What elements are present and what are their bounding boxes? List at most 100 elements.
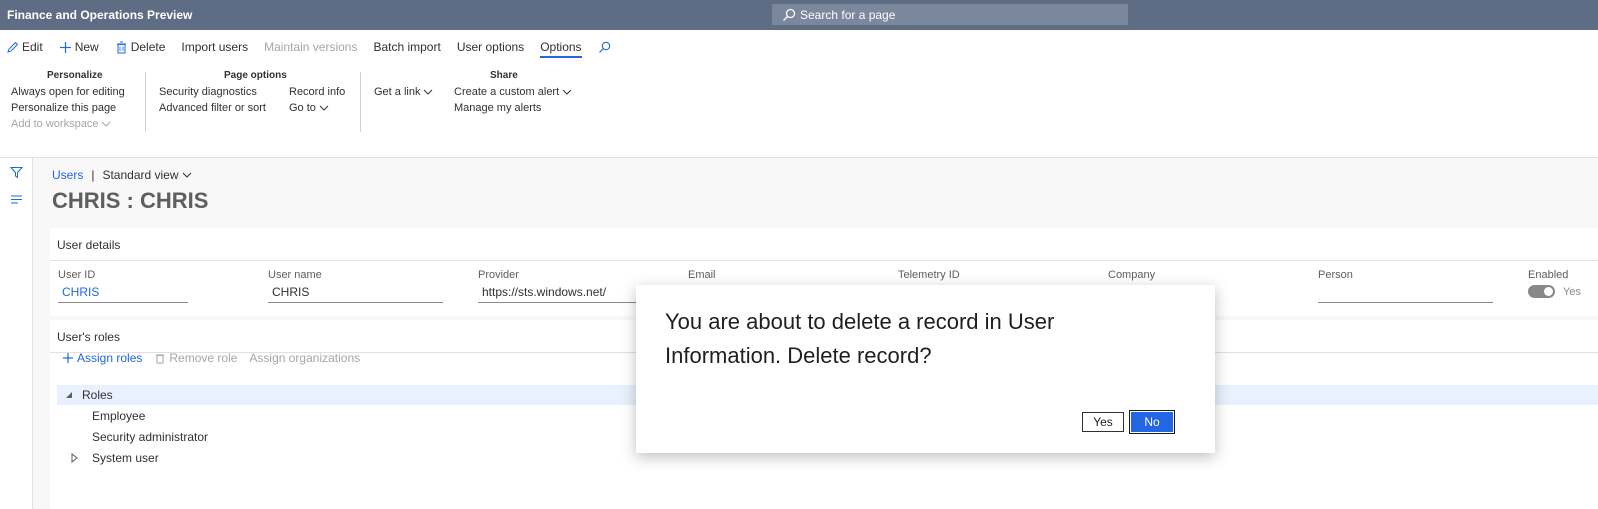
import-users-label: Import users [181, 40, 249, 54]
action-pane: Edit New Delete Import users Maintain ve… [0, 30, 1598, 158]
telemetry-id-label: Telemetry ID [898, 269, 960, 281]
batch-import-button[interactable]: Batch import [373, 40, 440, 54]
user-options-button[interactable]: User options [457, 40, 524, 54]
pencil-icon [7, 41, 19, 53]
search-icon [783, 8, 796, 21]
expand-triangle-icon[interactable] [70, 453, 80, 463]
person-label: Person [1318, 269, 1353, 281]
assign-roles-label: Assign roles [77, 351, 143, 365]
company-label: Company [1108, 269, 1156, 281]
app-title: Finance and Operations Preview [7, 8, 193, 22]
page-title: CHRIS : CHRIS [52, 188, 209, 213]
share-title: Share [490, 70, 518, 81]
user-id-label: User ID [58, 269, 96, 281]
trash-icon [116, 41, 126, 53]
manage-alerts-item[interactable]: Manage my alerts [454, 102, 541, 114]
personalize-group: Personalize [47, 70, 103, 81]
new-button[interactable]: New [59, 40, 99, 54]
security-diagnostics-item[interactable]: Security diagnostics [159, 86, 257, 98]
person-input[interactable] [1318, 285, 1493, 303]
assign-roles-button[interactable]: Assign roles [62, 351, 142, 365]
user-options-label: User options [456, 40, 525, 54]
tree-label-employee: Employee [92, 409, 146, 423]
plus-icon [63, 353, 73, 363]
personalize-page-item[interactable]: Personalize this page [11, 102, 116, 114]
user-name-field: User name CHRIS [268, 269, 443, 303]
no-button[interactable]: No [1129, 410, 1175, 434]
tree-label-system-user: System user [92, 451, 159, 465]
email-label: Email [688, 269, 716, 281]
maintain-versions-label: Maintain versions [264, 40, 358, 54]
provider-label: Provider [478, 269, 519, 281]
left-rail [0, 158, 33, 509]
share-group: Share [490, 70, 518, 81]
filter-icon[interactable] [10, 166, 23, 179]
user-id-field: User ID CHRIS [58, 269, 188, 303]
import-users-button[interactable]: Import users [181, 40, 248, 54]
delete-label: Delete [130, 40, 166, 54]
page-options-title: Page options [224, 70, 287, 81]
remove-role-label: Remove role [169, 351, 238, 365]
go-to-label: Go to [289, 102, 316, 114]
delete-button[interactable]: Delete [115, 40, 166, 54]
divider [360, 72, 361, 132]
action-bar: Edit New Delete Import users Maintain ve… [6, 38, 627, 58]
plus-icon [59, 41, 71, 53]
add-to-workspace-label: Add to workspace [11, 118, 99, 130]
action-search-button[interactable] [598, 41, 611, 54]
page-options-group: Page options [224, 70, 287, 81]
options-label: Options [540, 40, 582, 54]
go-to-item[interactable]: Go to [289, 102, 329, 114]
chevron-down-icon [424, 89, 433, 95]
trash-icon [156, 354, 165, 364]
maintain-versions-button[interactable]: Maintain versions [264, 40, 357, 54]
enabled-field: Enabled Yes [1528, 269, 1593, 298]
assign-organizations-button[interactable]: Assign organizations [249, 351, 360, 365]
custom-alert-item[interactable]: Create a custom alert [454, 86, 572, 98]
assign-organizations-label: Assign organizations [249, 351, 361, 365]
view-selector[interactable]: Standard view [102, 168, 191, 182]
view-label: Standard view [102, 168, 179, 182]
chevron-down-icon [182, 172, 191, 178]
search-icon [598, 41, 610, 53]
list-icon[interactable] [10, 193, 23, 206]
always-open-editing-item[interactable]: Always open for editing [11, 86, 125, 98]
dialog-message: You are about to delete a record in User… [665, 309, 1055, 368]
get-link-item[interactable]: Get a link [374, 86, 433, 98]
delete-confirm-dialog: You are about to delete a record in User… [636, 285, 1215, 453]
provider-input[interactable]: https://sts.windows.net/ [478, 285, 653, 303]
chevron-down-icon [102, 121, 111, 127]
record-info-item[interactable]: Record info [289, 86, 345, 98]
top-bar: Finance and Operations Preview Search fo… [0, 0, 1598, 30]
user-name-label: User name [268, 269, 322, 281]
custom-alert-label: Create a custom alert [454, 86, 560, 98]
tree-label-security-administrator: Security administrator [92, 430, 209, 444]
user-name-input[interactable]: CHRIS [268, 285, 443, 303]
user-id-input[interactable]: CHRIS [58, 285, 188, 303]
search-placeholder: Search for a page [800, 7, 896, 22]
collapse-triangle-icon[interactable] [64, 390, 74, 400]
yes-button[interactable]: Yes [1082, 412, 1124, 432]
breadcrumb-separator: | [91, 168, 95, 182]
company-field: Company [1108, 269, 1283, 285]
enabled-value: Yes [1563, 285, 1581, 298]
add-to-workspace-item[interactable]: Add to workspace [11, 118, 111, 130]
remove-role-button[interactable]: Remove role [154, 351, 237, 365]
email-field: Email [688, 269, 863, 285]
tree-label-roles: Roles [82, 388, 113, 402]
tab-options[interactable]: Options [540, 40, 582, 58]
toggle-knob [1544, 287, 1553, 296]
user-details-header[interactable]: User details [50, 228, 1598, 261]
person-field: Person [1318, 269, 1493, 303]
telemetry-id-field: Telemetry ID [898, 269, 1073, 285]
enabled-toggle[interactable]: Yes [1528, 285, 1593, 298]
personalize-title: Personalize [47, 70, 103, 81]
enabled-label: Enabled [1528, 269, 1569, 281]
get-link-label: Get a link [374, 86, 421, 98]
breadcrumb-users-link[interactable]: Users [52, 168, 83, 182]
advanced-filter-item[interactable]: Advanced filter or sort [159, 102, 266, 114]
search-box[interactable]: Search for a page [772, 4, 1128, 25]
edit-button[interactable]: Edit [6, 40, 43, 54]
chevron-down-icon [562, 89, 572, 95]
breadcrumb: Users | Standard view [52, 168, 192, 182]
